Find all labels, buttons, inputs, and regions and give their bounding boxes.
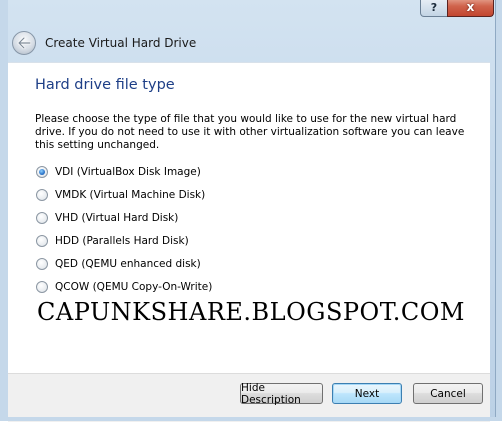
close-button[interactable]: x — [447, 0, 494, 17]
arrow-left-icon — [17, 37, 31, 49]
radio-button[interactable] — [36, 281, 48, 293]
option-label: VMDK (Virtual Machine Disk) — [55, 189, 206, 201]
option-label: HDD (Parallels Hard Disk) — [55, 235, 189, 247]
window-border-bottom — [0, 417, 502, 421]
hide-description-button[interactable]: Hide Description — [240, 382, 323, 406]
button-bar: Hide Description Next Cancel — [8, 373, 490, 422]
back-button[interactable] — [12, 31, 36, 55]
radio-button[interactable] — [36, 189, 48, 201]
content-panel: Hard drive file type Please choose the t… — [8, 62, 490, 374]
watermark-text: CAPUNKSHARE.BLOGSPOT.COM — [37, 298, 465, 326]
wizard-header: Create Virtual Hard Drive — [8, 22, 490, 62]
next-button[interactable]: Next — [332, 383, 402, 404]
help-button[interactable]: ? — [420, 0, 448, 17]
option-qcow[interactable]: QCOW (QEMU Copy-On-Write) — [36, 280, 212, 294]
option-label: VHD (Virtual Hard Disk) — [55, 212, 179, 224]
cancel-button[interactable]: Cancel — [413, 383, 483, 404]
window-border-right — [495, 0, 502, 421]
radio-button[interactable] — [36, 235, 48, 247]
page-description: Please choose the type of file that you … — [35, 113, 465, 151]
radio-button[interactable] — [36, 212, 48, 224]
option-label: VDI (VirtualBox Disk Image) — [55, 166, 201, 178]
option-vhd[interactable]: VHD (Virtual Hard Disk) — [36, 211, 178, 225]
window-title: Create Virtual Hard Drive — [45, 36, 197, 50]
option-label: QCOW (QEMU Copy-On-Write) — [55, 281, 213, 293]
option-label: QED (QEMU enhanced disk) — [55, 258, 201, 270]
window-border-left — [0, 0, 8, 421]
radio-button[interactable] — [36, 258, 48, 270]
page-heading: Hard drive file type — [35, 77, 175, 93]
option-hdd[interactable]: HDD (Parallels Hard Disk) — [36, 234, 189, 248]
option-vdi[interactable]: VDI (VirtualBox Disk Image) — [36, 165, 201, 179]
option-vmdk[interactable]: VMDK (Virtual Machine Disk) — [36, 188, 205, 202]
radio-button-selected[interactable] — [36, 166, 48, 178]
option-qed[interactable]: QED (QEMU enhanced disk) — [36, 257, 201, 271]
